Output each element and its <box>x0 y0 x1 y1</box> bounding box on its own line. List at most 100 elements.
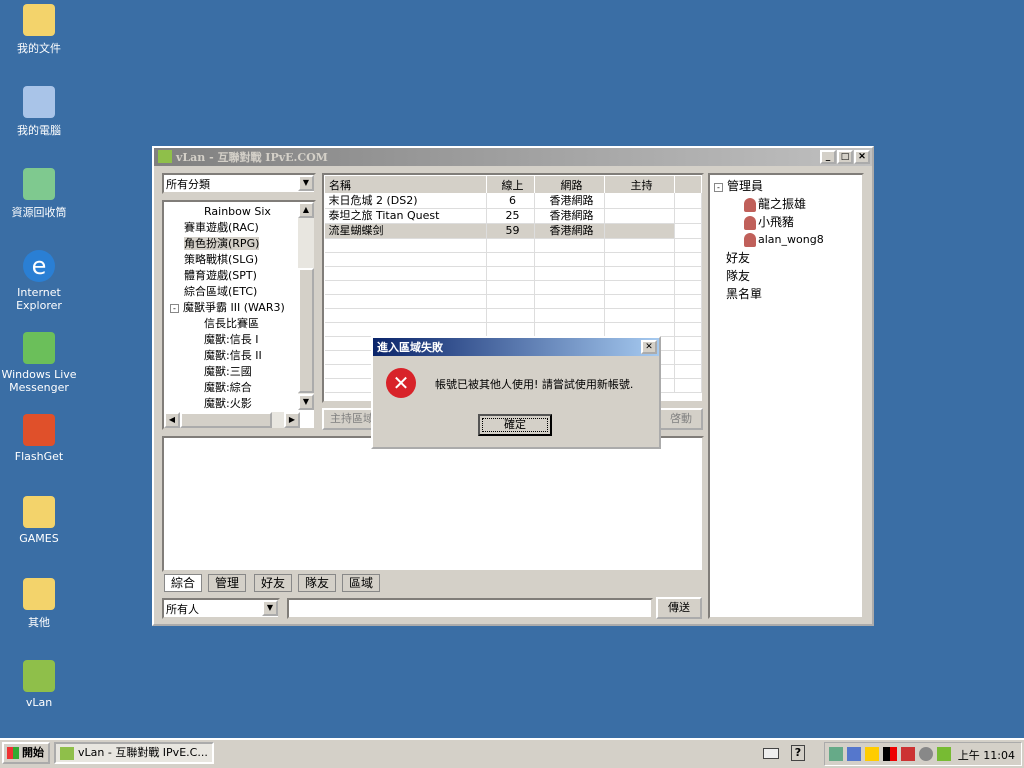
start-button[interactable]: 啓動 <box>659 408 703 430</box>
tree-item[interactable]: 策略戰棋(SLG) <box>164 252 314 268</box>
scroll-thumb[interactable] <box>180 412 272 428</box>
group-team[interactable]: 隊友 <box>714 268 858 284</box>
table-cell <box>486 280 535 295</box>
desktop-icon-other[interactable]: 其他 <box>0 578 78 630</box>
maximize-button[interactable]: □ <box>837 150 853 164</box>
desktop-icon-flashget[interactable]: FlashGet <box>0 414 78 463</box>
chevron-down-icon[interactable]: ▼ <box>298 175 314 191</box>
desktop-icon-ie[interactable]: e Internet Explorer <box>0 250 78 312</box>
vertical-scrollbar[interactable]: ▲ ▼ <box>298 202 314 410</box>
tree-item[interactable]: 魔獸:信長 I <box>164 332 314 348</box>
user-item[interactable]: 小飛豬 <box>714 214 858 230</box>
tree-item-selected[interactable]: 角色扮演(RPG) <box>164 236 314 252</box>
user-name: alan_wong8 <box>758 233 824 246</box>
error-icon: ✕ <box>386 368 416 398</box>
window-titlebar[interactable]: vLan - 互聯對戰 IPvE.COM _ □ ✕ <box>154 148 872 166</box>
scroll-right-icon[interactable]: ▶ <box>284 412 300 428</box>
vlan-icon <box>23 660 55 692</box>
chat-log[interactable] <box>162 436 704 572</box>
user-item[interactable]: 龍之振雄 <box>714 196 858 212</box>
dialog-close-button[interactable]: ✕ <box>641 340 657 354</box>
color-icon[interactable] <box>883 747 897 761</box>
table-row[interactable]: 流星蝴蝶剑 59 香港網路 <box>324 223 702 239</box>
keyboard-icon[interactable] <box>763 748 779 759</box>
tree-item[interactable]: 體育遊戲(SPT) <box>164 268 314 284</box>
tab-admin[interactable]: 管理 <box>208 574 247 592</box>
group-blacklist[interactable]: 黑名單 <box>714 286 858 302</box>
column-header-online[interactable]: 線上 <box>486 175 535 194</box>
empty-row <box>324 322 702 337</box>
chevron-down-icon[interactable]: ▼ <box>262 600 278 616</box>
display-icon[interactable] <box>847 747 861 761</box>
network-icon[interactable] <box>829 747 843 761</box>
user-item[interactable]: alan_wong8 <box>714 232 858 248</box>
tree-item[interactable]: 魔獸:火影 <box>164 396 314 412</box>
tree-item[interactable]: 魔獸:信長 II <box>164 348 314 364</box>
table-cell <box>534 266 605 281</box>
desktop-icon-my-documents[interactable]: 我的文件 <box>0 4 78 56</box>
internet-explorer-icon: e <box>23 250 55 282</box>
table-row[interactable]: 泰坦之旅 Titan Quest 25 香港網路 <box>324 208 702 224</box>
table-cell <box>534 252 605 267</box>
tab-friends[interactable]: 好友 <box>254 574 293 592</box>
category-tree[interactable]: Rainbow Six 賽車遊戲(RAC) 角色扮演(RPG) 策略戰棋(SLG… <box>162 200 316 430</box>
tree-item-war3[interactable]: - 魔獸爭霸 III (WAR3) <box>164 300 314 316</box>
start-menu-button[interactable]: 開始 <box>2 742 50 764</box>
table-cell <box>324 322 487 337</box>
help-icon[interactable]: ? <box>791 745 805 761</box>
error-dialog: 進入區域失敗 ✕ ✕ 帳號已被其他人使用! 請嘗試使用新帳號. 確定 <box>371 336 661 449</box>
tab-team[interactable]: 隊友 <box>298 574 337 592</box>
group-admin[interactable]: - 管理員 <box>714 178 858 194</box>
tree-item[interactable]: 賽車遊戲(RAC) <box>164 220 314 236</box>
user-icon <box>744 233 756 247</box>
desktop-icon-games[interactable]: GAMES <box>0 496 78 545</box>
dialog-titlebar[interactable]: 進入區域失敗 ✕ <box>373 338 659 356</box>
tree-item[interactable]: 魔獸:綜合 <box>164 380 314 396</box>
user-icon <box>744 215 756 230</box>
table-cell <box>674 364 702 379</box>
clock[interactable]: 上午 11:04 <box>958 747 1015 763</box>
recipient-select[interactable]: 所有人 ▼ <box>162 598 280 619</box>
scroll-down-icon[interactable]: ▼ <box>298 394 314 410</box>
speaker-icon[interactable] <box>919 747 933 761</box>
scroll-left-icon[interactable]: ◀ <box>164 412 180 428</box>
close-button[interactable]: ✕ <box>854 150 870 164</box>
empty-row <box>324 238 702 253</box>
tab-general[interactable]: 綜合 <box>164 574 203 592</box>
table-row[interactable]: 末日危城 2 (DS2) 6 香港網路 <box>324 193 702 209</box>
tree-item[interactable]: 綜合區域(ETC) <box>164 284 314 300</box>
minimize-button[interactable]: _ <box>820 150 836 164</box>
scroll-up-icon[interactable]: ▲ <box>298 202 314 218</box>
desktop-icon-vlan[interactable]: vLan <box>0 660 78 709</box>
warning-icon[interactable] <box>865 747 879 761</box>
desktop-icon-messenger[interactable]: Windows Live Messenger <box>0 332 78 394</box>
desktop-icon-my-computer[interactable]: 我的電腦 <box>0 86 78 138</box>
tree-item[interactable]: 信長比賽區 <box>164 316 314 332</box>
table-cell: 59 <box>486 223 535 239</box>
send-button[interactable]: 傳送 <box>656 597 702 619</box>
folder-icon <box>23 578 55 610</box>
chat-input[interactable] <box>287 598 653 619</box>
desktop-icon-recycle-bin[interactable]: 資源回收筒 <box>0 168 78 220</box>
column-header-blank <box>674 175 702 194</box>
volume-icon[interactable] <box>901 747 915 761</box>
table-cell <box>604 294 675 309</box>
column-header-host[interactable]: 主持 <box>604 175 675 194</box>
scroll-thumb[interactable] <box>298 268 314 393</box>
tree-item[interactable]: 魔獸:三國 <box>164 364 314 380</box>
group-friends[interactable]: 好友 <box>714 250 858 266</box>
collapse-icon[interactable]: - <box>170 304 179 313</box>
nvidia-icon[interactable] <box>937 747 951 761</box>
horizontal-scrollbar[interactable]: ◀ ▶ <box>164 412 300 428</box>
taskbar-item-vlan[interactable]: vLan - 互聯對戰 IPvE.C... <box>54 742 214 764</box>
windows-logo-icon <box>7 747 19 759</box>
column-header-name[interactable]: 名稱 <box>324 175 487 194</box>
column-header-network[interactable]: 網路 <box>534 175 605 194</box>
user-tree[interactable]: - 管理員 龍之振雄 小飛豬 alan_wong8 好友 隊友 黑名單 <box>708 173 864 619</box>
tree-item[interactable]: Rainbow Six <box>164 204 314 220</box>
category-select[interactable]: 所有分類 ▼ <box>162 173 316 194</box>
tab-rooms[interactable]: 區域 <box>342 574 381 592</box>
dialog-message: 帳號已被其他人使用! 請嘗試使用新帳號. <box>435 378 634 391</box>
collapse-icon[interactable]: - <box>714 183 723 192</box>
ok-button[interactable]: 確定 <box>478 414 552 436</box>
